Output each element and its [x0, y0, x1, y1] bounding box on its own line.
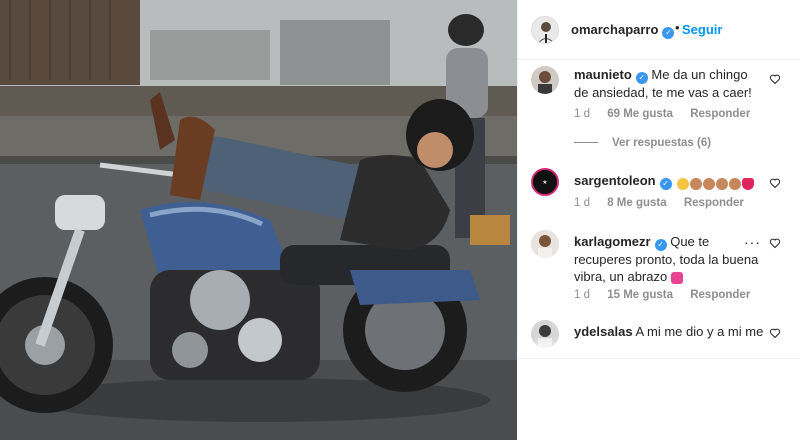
- commenter-avatar[interactable]: [531, 230, 559, 258]
- comment-text: sargentoleon ✓: [574, 172, 774, 191]
- heart-outline-icon[interactable]: [769, 237, 781, 249]
- heart-outline-icon[interactable]: [769, 177, 781, 189]
- comment-body: A mi me dio y a mi me: [635, 324, 764, 339]
- comment-time: 1 d: [574, 289, 590, 301]
- reply-button[interactable]: Responder: [684, 197, 744, 209]
- commenter-avatar[interactable]: ★: [531, 168, 559, 196]
- comment-meta: 1 d 69 Me gusta Responder: [574, 108, 764, 120]
- red-heart-icon: [742, 177, 755, 190]
- verified-badge-icon: ✓: [654, 239, 667, 251]
- separator-dot: •: [675, 20, 680, 35]
- verified-badge-icon: ✓: [659, 178, 672, 190]
- replies-divider: [574, 142, 598, 144]
- follow-button[interactable]: Seguir: [682, 22, 722, 37]
- view-replies-button[interactable]: Ver respuestas (6): [574, 137, 711, 149]
- comment-username[interactable]: maunieto ✓: [574, 67, 648, 84]
- more-options-icon[interactable]: ···: [744, 234, 761, 250]
- author-avatar[interactable]: [531, 16, 559, 44]
- comment-meta: 1 d 8 Me gusta Responder: [574, 197, 758, 209]
- heart-with-ribbon-icon: [670, 271, 683, 284]
- motorcycle-photo: [0, 0, 517, 440]
- reply-button[interactable]: Responder: [690, 108, 750, 120]
- comment-text: karlagomezr ✓ Que te recuperes pronto, to…: [574, 233, 764, 285]
- comment-text: maunieto ✓ Me da un chingo de ansiedad, t…: [574, 66, 764, 101]
- comment-likes[interactable]: 15 Me gusta: [607, 289, 673, 301]
- comment-time: 1 d: [574, 197, 590, 209]
- post-header: omarchaparro ✓ • Seguir: [518, 0, 800, 60]
- scroll-fade: [517, 338, 800, 358]
- comment-likes[interactable]: 8 Me gusta: [607, 197, 666, 209]
- hug-face-icon: [677, 177, 690, 190]
- author-username[interactable]: omarchaparro ✓: [571, 22, 675, 39]
- comment-username[interactable]: karlagomezr ✓: [574, 234, 667, 251]
- comment-username[interactable]: ydelsalas: [574, 324, 633, 339]
- comment-action-bar: [517, 358, 800, 440]
- clap-icon: [716, 177, 729, 190]
- verified-badge-icon: ✓: [662, 27, 675, 39]
- commenter-avatar[interactable]: [531, 66, 559, 94]
- clap-icon: [729, 177, 742, 190]
- comment-item: ★ sargentoleon ✓ 1 d 8 Me gusta Responder: [518, 168, 800, 218]
- svg-text:★: ★: [542, 179, 547, 186]
- comment-item: karlagomezr ✓ Que te recuperes pronto, to…: [518, 230, 800, 310]
- clap-icon: [703, 177, 716, 190]
- heart-outline-icon[interactable]: [769, 73, 781, 85]
- comment-time: 1 d: [574, 108, 590, 120]
- reply-button[interactable]: Responder: [690, 289, 750, 301]
- comment-meta: 1 d 15 Me gusta Responder: [574, 289, 764, 301]
- comment-username[interactable]: sargentoleon ✓: [574, 173, 672, 190]
- comment-likes[interactable]: 69 Me gusta: [607, 108, 673, 120]
- clap-icon: [690, 177, 703, 190]
- post-photo[interactable]: [0, 0, 517, 440]
- verified-badge-icon: ✓: [635, 72, 648, 84]
- emoji-sequence: [677, 174, 755, 191]
